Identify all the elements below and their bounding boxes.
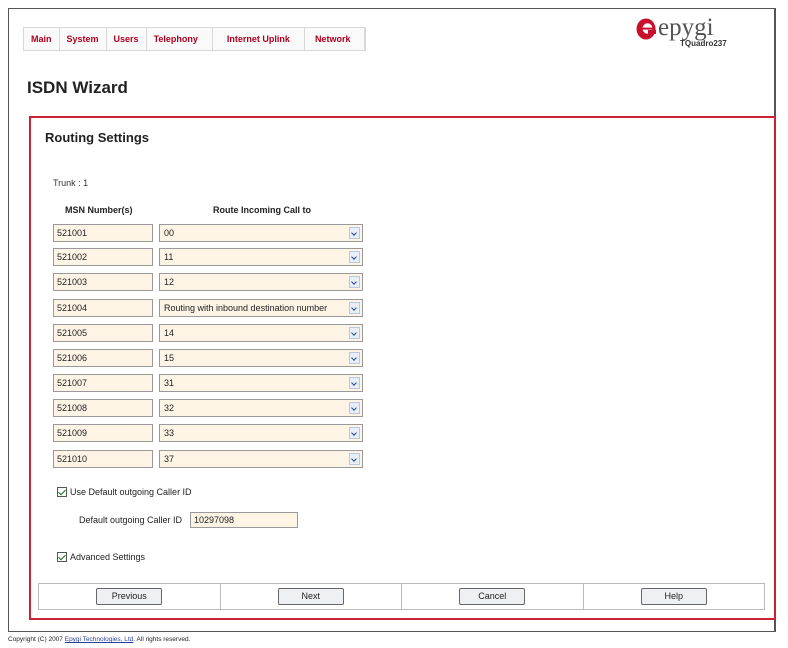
- copyright-suffix: . All rights reserved.: [133, 636, 191, 643]
- nav-internet-uplink[interactable]: Internet Uplink: [213, 28, 305, 50]
- use-default-caller-id-checkbox[interactable]: [57, 487, 67, 497]
- button-cell: Cancel: [402, 584, 584, 609]
- route-select-value: 14: [164, 328, 175, 338]
- route-select-value: 00: [164, 228, 175, 238]
- routing-row: 521009 33: [53, 424, 363, 442]
- route-select[interactable]: 37: [159, 450, 363, 468]
- chevron-down-icon[interactable]: [349, 377, 360, 389]
- route-select-value: 31: [164, 378, 175, 388]
- chevron-down-icon[interactable]: [349, 402, 360, 414]
- routing-row: 521010 37: [53, 450, 363, 468]
- route-select[interactable]: 15: [159, 349, 363, 367]
- msn-input[interactable]: 521004: [53, 299, 153, 317]
- nav-network[interactable]: Network: [305, 28, 366, 50]
- msn-input[interactable]: 521010: [53, 450, 153, 468]
- routing-row: 521006 15: [53, 349, 363, 367]
- route-select[interactable]: Routing with inbound destination number: [159, 299, 363, 317]
- default-caller-id-input[interactable]: 10297098: [190, 512, 298, 528]
- msn-input[interactable]: 521008: [53, 399, 153, 417]
- main-nav: Main System Users Telephony Internet Upl…: [23, 27, 367, 51]
- chevron-down-icon[interactable]: [349, 227, 360, 239]
- route-column-header: Route Incoming Call to: [213, 205, 311, 215]
- routing-row: 521005 14: [53, 324, 363, 342]
- help-button[interactable]: Help: [640, 588, 707, 605]
- msn-input[interactable]: 521002: [53, 248, 153, 266]
- route-select-value: 12: [164, 277, 175, 287]
- route-select-value: Routing with inbound destination number: [164, 303, 328, 313]
- routing-row: 521007 31: [53, 374, 363, 392]
- chevron-down-icon[interactable]: [349, 453, 360, 465]
- advanced-settings-option[interactable]: Advanced Settings: [57, 552, 145, 562]
- advanced-settings-checkbox[interactable]: [57, 552, 67, 562]
- wizard-button-bar: Previous Next Cancel Help: [38, 583, 765, 610]
- msn-input[interactable]: 521005: [53, 324, 153, 342]
- button-cell: Help: [584, 584, 765, 609]
- routing-row: 521002 11: [53, 248, 363, 266]
- chevron-down-icon[interactable]: [349, 276, 360, 288]
- route-select[interactable]: 31: [159, 374, 363, 392]
- next-button[interactable]: Next: [277, 588, 344, 605]
- msn-input[interactable]: 521003: [53, 273, 153, 291]
- route-select[interactable]: 33: [159, 424, 363, 442]
- section-title: Routing Settings: [45, 130, 149, 145]
- nav-telephony[interactable]: Telephony: [147, 28, 213, 50]
- route-select[interactable]: 00: [159, 224, 363, 242]
- route-select-value: 11: [164, 252, 174, 262]
- button-cell: Previous: [39, 584, 221, 609]
- device-model: TQuadro237: [680, 39, 727, 48]
- msn-input[interactable]: 521009: [53, 424, 153, 442]
- msn-column-header: MSN Number(s): [65, 205, 133, 215]
- route-select[interactable]: 14: [159, 324, 363, 342]
- route-select-value: 37: [164, 454, 175, 464]
- msn-input[interactable]: 521007: [53, 374, 153, 392]
- logo-text: epygi: [658, 14, 714, 41]
- msn-input[interactable]: 521001: [53, 224, 153, 242]
- chevron-down-icon[interactable]: [349, 302, 360, 314]
- chevron-down-icon[interactable]: [349, 352, 360, 364]
- use-default-caller-id-option[interactable]: Use Default outgoing Caller ID: [57, 487, 192, 497]
- nav-users[interactable]: Users: [107, 28, 147, 50]
- previous-button[interactable]: Previous: [96, 588, 163, 605]
- use-default-caller-id-label: Use Default outgoing Caller ID: [70, 487, 192, 497]
- route-select[interactable]: 11: [159, 248, 363, 266]
- copyright-prefix: Copyright (C) 2007: [8, 636, 65, 643]
- route-select-value: 15: [164, 353, 175, 363]
- copyright-footer: Copyright (C) 2007 Epygi Technologies, L…: [8, 636, 190, 643]
- route-select[interactable]: 32: [159, 399, 363, 417]
- nav-main[interactable]: Main: [24, 28, 60, 50]
- wizard-panel: [29, 116, 776, 620]
- route-select-value: 32: [164, 403, 175, 413]
- routing-row: 521004 Routing with inbound destination …: [53, 299, 363, 317]
- chevron-down-icon[interactable]: [349, 427, 360, 439]
- epygi-link[interactable]: Epygi Technologies, Ltd: [65, 636, 134, 643]
- nav-system[interactable]: System: [60, 28, 107, 50]
- route-select[interactable]: 12: [159, 273, 363, 291]
- button-cell: Next: [221, 584, 402, 609]
- routing-row: 521008 32: [53, 399, 363, 417]
- chevron-down-icon[interactable]: [349, 327, 360, 339]
- advanced-settings-label: Advanced Settings: [70, 552, 146, 562]
- chevron-down-icon[interactable]: [349, 251, 360, 263]
- page-title: ISDN Wizard: [27, 78, 128, 97]
- routing-row: 521001 00: [53, 224, 363, 242]
- route-select-value: 33: [164, 428, 175, 438]
- epygi-logo-icon: [636, 18, 656, 40]
- epygi-logo: epygi TQuadro237: [636, 14, 756, 58]
- trunk-label: Trunk : 1: [53, 178, 89, 188]
- default-caller-id-label: Default outgoing Caller ID: [79, 515, 183, 525]
- msn-input[interactable]: 521006: [53, 349, 153, 367]
- cancel-button[interactable]: Cancel: [459, 588, 526, 605]
- routing-row: 521003 12: [53, 273, 363, 291]
